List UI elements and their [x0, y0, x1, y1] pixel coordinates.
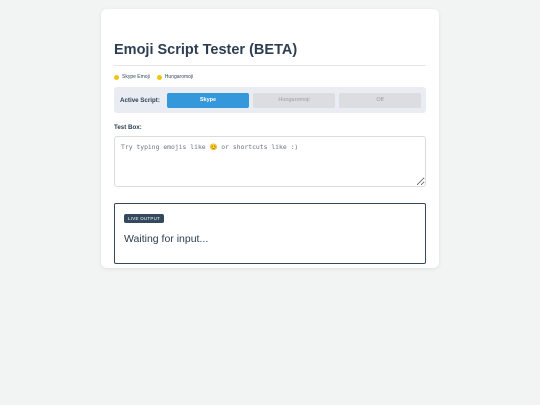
script-button-off[interactable]: Off [339, 92, 421, 108]
script-selector-label: Active Script: [120, 96, 160, 104]
yellow-dot-icon [114, 74, 119, 80]
legend: Skype Emoji Hungaromoji [114, 74, 193, 80]
script-selector: Active Script: Skype Hungaromoji Off [114, 87, 426, 113]
yellow-dot-icon [156, 74, 162, 80]
test-box-label: Test Box: [114, 124, 142, 131]
legend-label-hungaromoji: Hungaromoji [164, 74, 194, 80]
emoji-tester-card: Emoji Script Tester (BETA) Skype Emoji H… [101, 9, 439, 268]
script-button-hungaromoji[interactable]: Hungaromoji [253, 92, 335, 108]
live-output-text: Waiting for input... [124, 233, 209, 245]
live-output-badge: LIVE OUTPUT [124, 214, 165, 223]
live-output-panel: LIVE OUTPUT Waiting for input... [114, 203, 426, 264]
script-button-skype[interactable]: Skype [167, 92, 249, 108]
title-divider [114, 65, 426, 66]
legend-item-skype: Skype Emoji [114, 74, 150, 80]
legend-item-hungaromoji: Hungaromoji [156, 74, 194, 80]
test-box-input[interactable] [114, 136, 426, 187]
page-title: Emoji Script Tester (BETA) [114, 42, 298, 58]
legend-label-skype: Skype Emoji [122, 74, 150, 80]
